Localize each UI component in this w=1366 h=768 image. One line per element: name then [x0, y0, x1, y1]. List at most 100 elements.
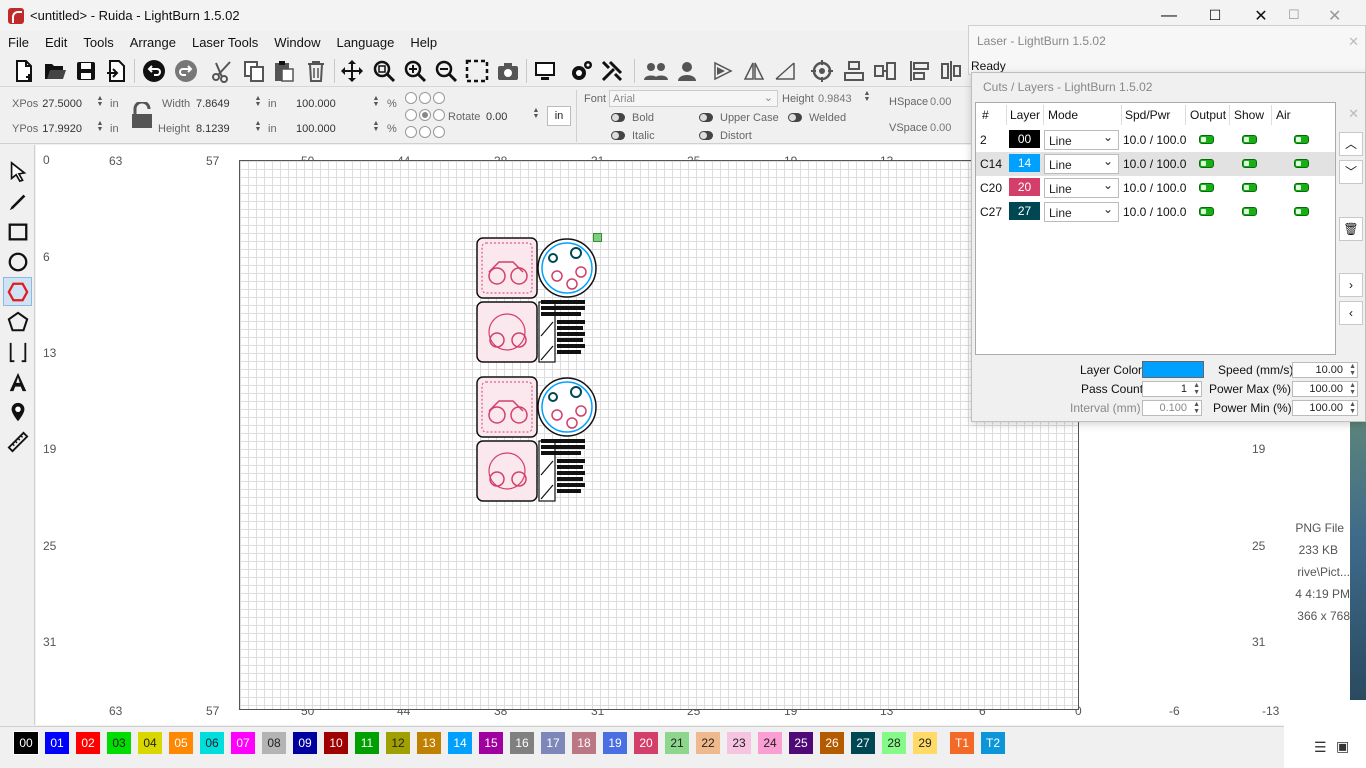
menu-window[interactable]: Window [266, 35, 328, 50]
palette-swatch-t2[interactable]: T2 [981, 732, 1005, 754]
rotate-input[interactable]: 0.00 [486, 111, 507, 123]
devices-icon[interactable] [531, 57, 559, 85]
width-percent-spinner[interactable]: ▲ ▼ [372, 95, 380, 110]
palette-swatch-20[interactable]: 20 [634, 732, 658, 754]
zoom-selection-icon[interactable] [370, 57, 398, 85]
align-center-icon[interactable] [840, 57, 868, 85]
distort-toggle[interactable] [699, 131, 713, 140]
width-spinner[interactable]: ▲ ▼ [254, 95, 262, 110]
font-select[interactable]: Arial ⌄ [609, 90, 778, 107]
show-toggle[interactable] [1242, 207, 1257, 216]
table-row[interactable]: C27 27Line 10.0 / 100.0 [976, 200, 1335, 224]
palette-swatch-25[interactable]: 25 [789, 732, 813, 754]
air-toggle[interactable] [1294, 207, 1309, 216]
upper-case-toggle[interactable] [699, 113, 713, 122]
palette-swatch-10[interactable]: 10 [324, 732, 348, 754]
menu-tools[interactable]: Tools [75, 35, 121, 50]
bold-toggle[interactable] [611, 113, 625, 122]
list-view-icon[interactable]: ☰ [1314, 739, 1327, 756]
palette-swatch-17[interactable]: 17 [541, 732, 565, 754]
palette-swatch-12[interactable]: 12 [386, 732, 410, 754]
copy-icon[interactable] [240, 57, 268, 85]
palette-swatch-04[interactable]: 04 [138, 732, 162, 754]
font-height-spinner[interactable]: ▲ ▼ [863, 90, 871, 105]
align-left-icon[interactable] [906, 57, 934, 85]
export-icon[interactable] [103, 57, 131, 85]
delete-icon[interactable] [302, 57, 330, 85]
power-max-input[interactable]: 100.00 ▲ ▼ [1292, 381, 1358, 397]
move-layer-down-button[interactable]: ﹀ [1339, 160, 1363, 184]
shape-tool-icon[interactable] [3, 307, 32, 336]
cut-icon[interactable] [208, 57, 236, 85]
menu-edit[interactable]: Edit [37, 35, 75, 50]
ellipse-tool-icon[interactable] [3, 247, 32, 276]
open-folder-icon[interactable] [41, 57, 69, 85]
palette-swatch-03[interactable]: 03 [107, 732, 131, 754]
menu-help[interactable]: Help [402, 35, 445, 50]
vspace-input[interactable]: 0.00 [930, 122, 951, 134]
output-toggle[interactable] [1199, 207, 1214, 216]
mode-select[interactable]: Line [1044, 130, 1119, 150]
palette-swatch-07[interactable]: 07 [231, 732, 255, 754]
position-laser-icon[interactable] [3, 337, 32, 366]
move-icon[interactable] [338, 57, 366, 85]
table-row[interactable]: C20 20Line 10.0 / 100.0 [976, 176, 1335, 200]
units-toggle-button[interactable]: in [547, 106, 571, 126]
output-toggle[interactable] [1199, 135, 1214, 144]
height-input[interactable]: 8.1239 [196, 123, 230, 135]
origin-selector[interactable] [404, 91, 446, 142]
lock-icon[interactable] [131, 100, 153, 133]
palette-swatch-14[interactable]: 14 [448, 732, 472, 754]
menu-language[interactable]: Language [328, 35, 402, 50]
layer-color-swatch[interactable] [1142, 361, 1204, 378]
select-tool-icon[interactable] [3, 157, 32, 186]
delete-layer-icon[interactable]: 🗑 [1339, 217, 1363, 241]
work-area-grid[interactable] [239, 160, 1079, 710]
palette-swatch-06[interactable]: 06 [200, 732, 224, 754]
power-min-input[interactable]: 100.00 ▲ ▼ [1292, 400, 1358, 416]
rectangle-tool-icon[interactable] [3, 217, 32, 246]
cuts-window-close-icon[interactable]: ✕ [1348, 106, 1359, 122]
align-vertical-icon[interactable] [937, 57, 965, 85]
palette-swatch-28[interactable]: 28 [882, 732, 906, 754]
output-toggle[interactable] [1199, 183, 1214, 192]
palette-swatch-26[interactable]: 26 [820, 732, 844, 754]
flip-horizontal-icon[interactable] [709, 57, 737, 85]
settings-icon[interactable] [567, 57, 595, 85]
palette-swatch-08[interactable]: 08 [262, 732, 286, 754]
expand-right-button[interactable]: › [1339, 273, 1363, 297]
design-artwork[interactable] [475, 236, 605, 506]
palette-swatch-09[interactable]: 09 [293, 732, 317, 754]
mirror-icon[interactable] [740, 57, 768, 85]
palette-swatch-22[interactable]: 22 [696, 732, 720, 754]
palette-swatch-05[interactable]: 05 [169, 732, 193, 754]
palette-swatch-00[interactable]: 00 [13, 731, 39, 755]
rotary-icon[interactable] [808, 57, 836, 85]
height-percent-input[interactable]: 100.000 [296, 123, 336, 135]
menu-file[interactable]: File [0, 35, 37, 50]
hspace-input[interactable]: 0.00 [930, 96, 951, 108]
air-toggle[interactable] [1294, 159, 1309, 168]
mode-select[interactable]: Line [1044, 178, 1119, 198]
zoom-in-icon[interactable] [401, 57, 429, 85]
palette-swatch-27[interactable]: 27 [851, 732, 875, 754]
palette-swatch-15[interactable]: 15 [479, 732, 503, 754]
xpos-input[interactable]: 27.5000 [42, 98, 82, 110]
xpos-spinner[interactable]: ▲ ▼ [96, 95, 104, 110]
flip-vertical-icon[interactable] [771, 57, 799, 85]
width-percent-input[interactable]: 100.000 [296, 98, 336, 110]
height-percent-spinner[interactable]: ▲ ▼ [372, 120, 380, 135]
layer-chip[interactable]: 27 [1009, 202, 1040, 220]
palette-swatch-19[interactable]: 19 [603, 732, 627, 754]
layer-chip[interactable]: 00 [1009, 130, 1040, 148]
new-file-icon[interactable] [10, 57, 38, 85]
rotate-spinner[interactable]: ▲ ▼ [532, 107, 540, 122]
mode-select[interactable]: Line [1044, 202, 1119, 222]
laser-window-close-icon[interactable]: ✕ [1348, 34, 1359, 50]
redo-icon[interactable] [172, 57, 200, 85]
ypos-input[interactable]: 17.9920 [42, 123, 82, 135]
interval-input[interactable]: 0.100 ▲ ▼ [1142, 400, 1202, 416]
width-input[interactable]: 7.8649 [196, 98, 230, 110]
menu-arrange[interactable]: Arrange [122, 35, 184, 50]
show-toggle[interactable] [1242, 135, 1257, 144]
